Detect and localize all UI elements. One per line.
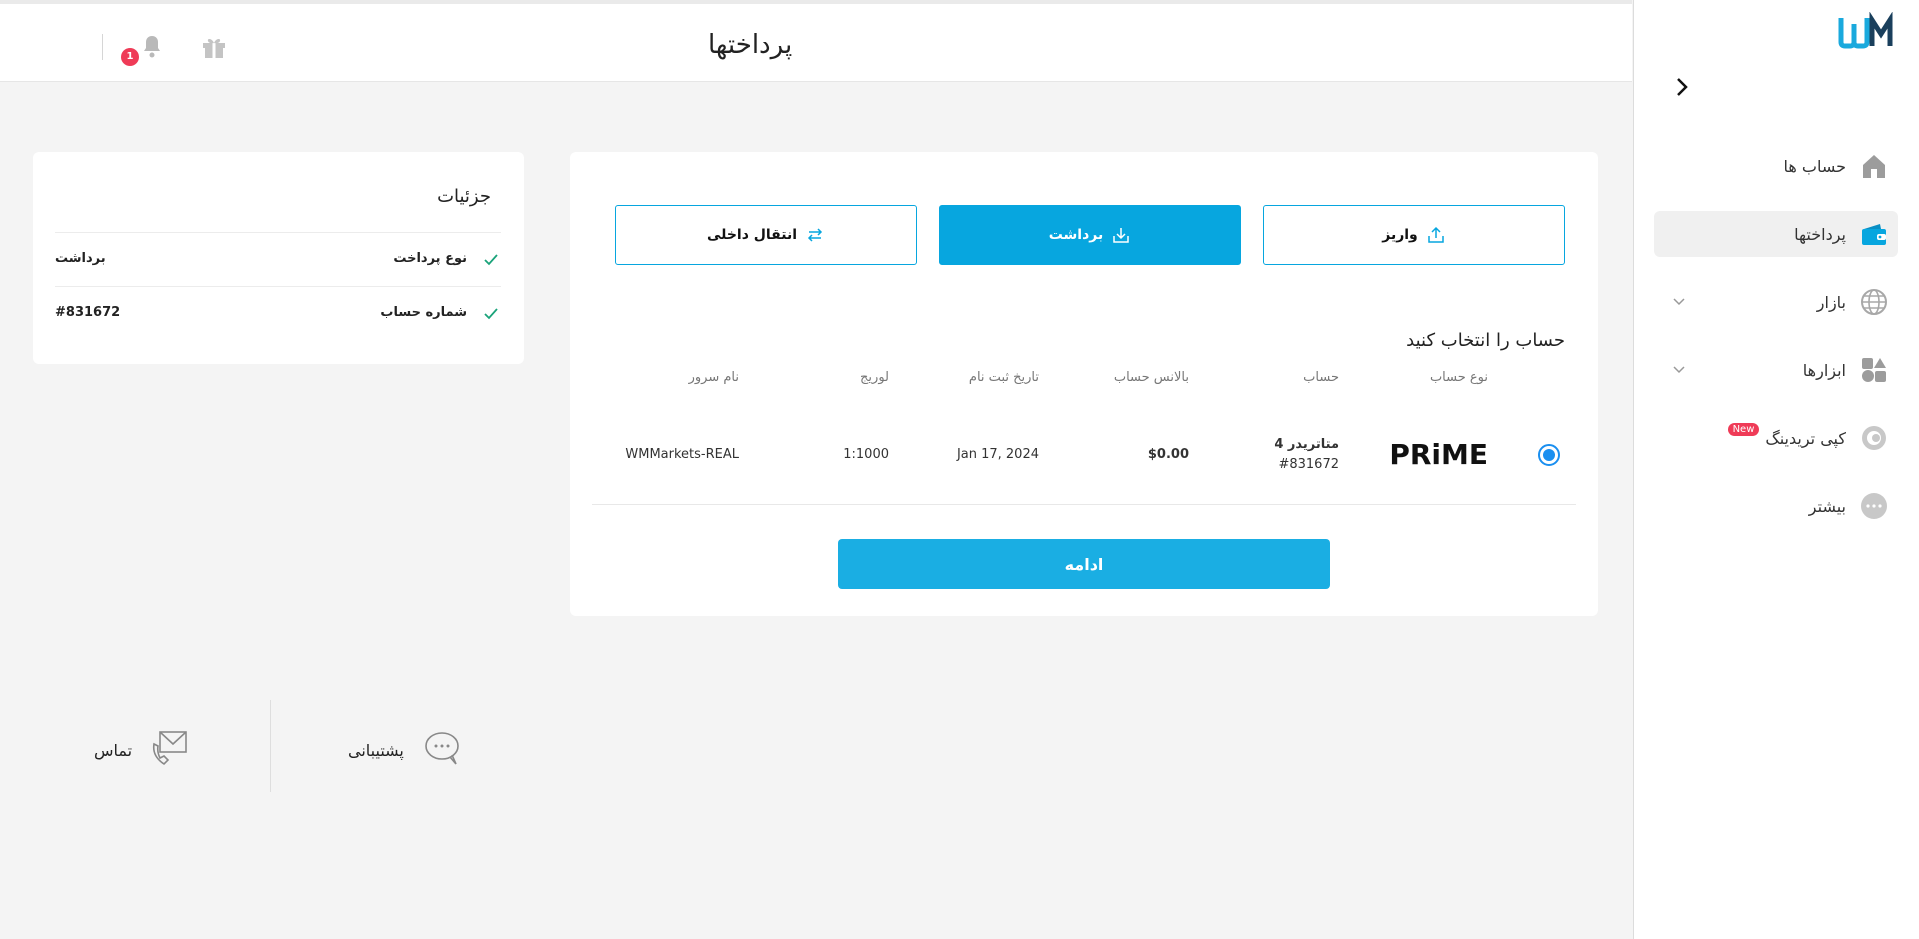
footer-divider — [270, 700, 271, 792]
details-value: برداشت — [55, 251, 106, 266]
top-header: پرداختها 1 — [0, 0, 1632, 82]
tools-icon — [1860, 356, 1888, 384]
column-header: نوع حساب — [1429, 370, 1488, 385]
details-title: جزئیات — [437, 186, 491, 207]
sidebar-item-tools[interactable]: ابزارها — [1654, 347, 1898, 393]
sidebar-item-label: کپی تریدینگ — [1765, 428, 1846, 448]
sidebar-item-market[interactable]: بازار — [1654, 279, 1898, 325]
sidebar-item-accounts[interactable]: حساب ها — [1654, 143, 1898, 189]
copy-trading-icon — [1860, 424, 1888, 452]
tab-withdraw[interactable]: برداشت — [939, 205, 1241, 265]
globe-icon — [1860, 288, 1888, 316]
contact-label: تماس — [94, 740, 133, 760]
sidebar-item-copy-trading[interactable]: کپی تریدینگ New — [1654, 415, 1898, 461]
column-header: حساب — [1303, 370, 1339, 385]
gift-icon[interactable] — [200, 33, 228, 61]
support-chat-icon — [422, 728, 462, 772]
details-row-account-number: شماره حساب #831672 — [55, 286, 501, 340]
support-label: پشتیبانی — [348, 740, 404, 760]
sidebar-item-label: بیشتر — [1808, 496, 1846, 516]
sidebar-item-label: بازار — [1816, 292, 1846, 312]
tab-internal-transfer[interactable]: انتقال داخلی — [615, 205, 917, 265]
wallet-icon — [1860, 220, 1888, 248]
tab-label: انتقال داخلی — [706, 227, 798, 243]
upload-icon — [1428, 226, 1444, 243]
transfer-icon — [807, 228, 823, 242]
column-header: لوریج — [860, 370, 889, 385]
notification-count-badge: 1 — [121, 48, 139, 66]
account-server: WMMarkets-REAL — [625, 447, 739, 462]
column-header: بالانس حساب — [1113, 370, 1189, 385]
sidebar-collapse-chevron-icon[interactable] — [1669, 74, 1695, 100]
table-divider — [592, 504, 1576, 505]
tab-label: برداشت — [1048, 227, 1104, 243]
sidebar: حساب ها پرداختها بازار ابزارها کپی تریدی… — [1633, 0, 1919, 939]
check-icon — [483, 306, 499, 322]
details-label: نوع پرداخت — [393, 251, 467, 266]
contact-mail-phone-icon — [150, 728, 190, 772]
details-value: #831672 — [55, 305, 121, 320]
column-header: تاریخ ثبت نام — [968, 370, 1039, 385]
sidebar-item-label: پرداختها — [1794, 224, 1846, 244]
account-radio-selected[interactable] — [1538, 444, 1560, 466]
continue-button[interactable]: ادامه — [838, 539, 1330, 589]
tab-label: واریز — [1382, 227, 1418, 243]
chevron-down-icon[interactable] — [1672, 294, 1686, 308]
tab-deposit[interactable]: واریز — [1263, 205, 1565, 265]
details-card: جزئیات نوع پرداخت برداشت شماره حساب #831… — [33, 152, 524, 364]
details-label: شماره حساب — [380, 305, 467, 320]
account-platform: متاتریدر 4 — [1274, 437, 1339, 452]
chevron-down-icon[interactable] — [1672, 362, 1686, 376]
sidebar-item-more[interactable]: بیشتر — [1654, 483, 1898, 529]
header-divider — [102, 34, 103, 60]
account-balance: $0.00 — [1147, 447, 1189, 462]
column-header: نام سرور — [688, 370, 739, 385]
select-account-title: حساب را انتخاب کنید — [1406, 330, 1565, 351]
wm-logo[interactable] — [1838, 11, 1898, 52]
new-badge: New — [1727, 422, 1760, 436]
sidebar-item-payments[interactable]: پرداختها — [1654, 211, 1898, 257]
account-leverage: 1:1000 — [843, 447, 889, 462]
notification-bell-icon[interactable] — [140, 34, 164, 60]
page-title: پرداختها — [708, 30, 793, 60]
contact-link[interactable]: تماس — [94, 728, 190, 772]
account-registered-date: Jan 17, 2024 — [956, 447, 1039, 462]
details-row-payment-type: نوع پرداخت برداشت — [55, 232, 501, 286]
sidebar-item-label: حساب ها — [1783, 156, 1847, 176]
check-icon — [483, 252, 499, 268]
payment-card: واریز برداشت انتقال داخلی حساب را انتخاب… — [570, 152, 1598, 616]
account-number: #831672 — [1278, 457, 1339, 472]
support-link[interactable]: پشتیبانی — [348, 728, 462, 772]
prime-account-logo: PRiME — [1389, 438, 1488, 471]
download-icon — [1113, 228, 1130, 243]
more-icon — [1860, 492, 1888, 520]
home-icon — [1860, 152, 1888, 180]
sidebar-item-label: ابزارها — [1802, 360, 1846, 380]
